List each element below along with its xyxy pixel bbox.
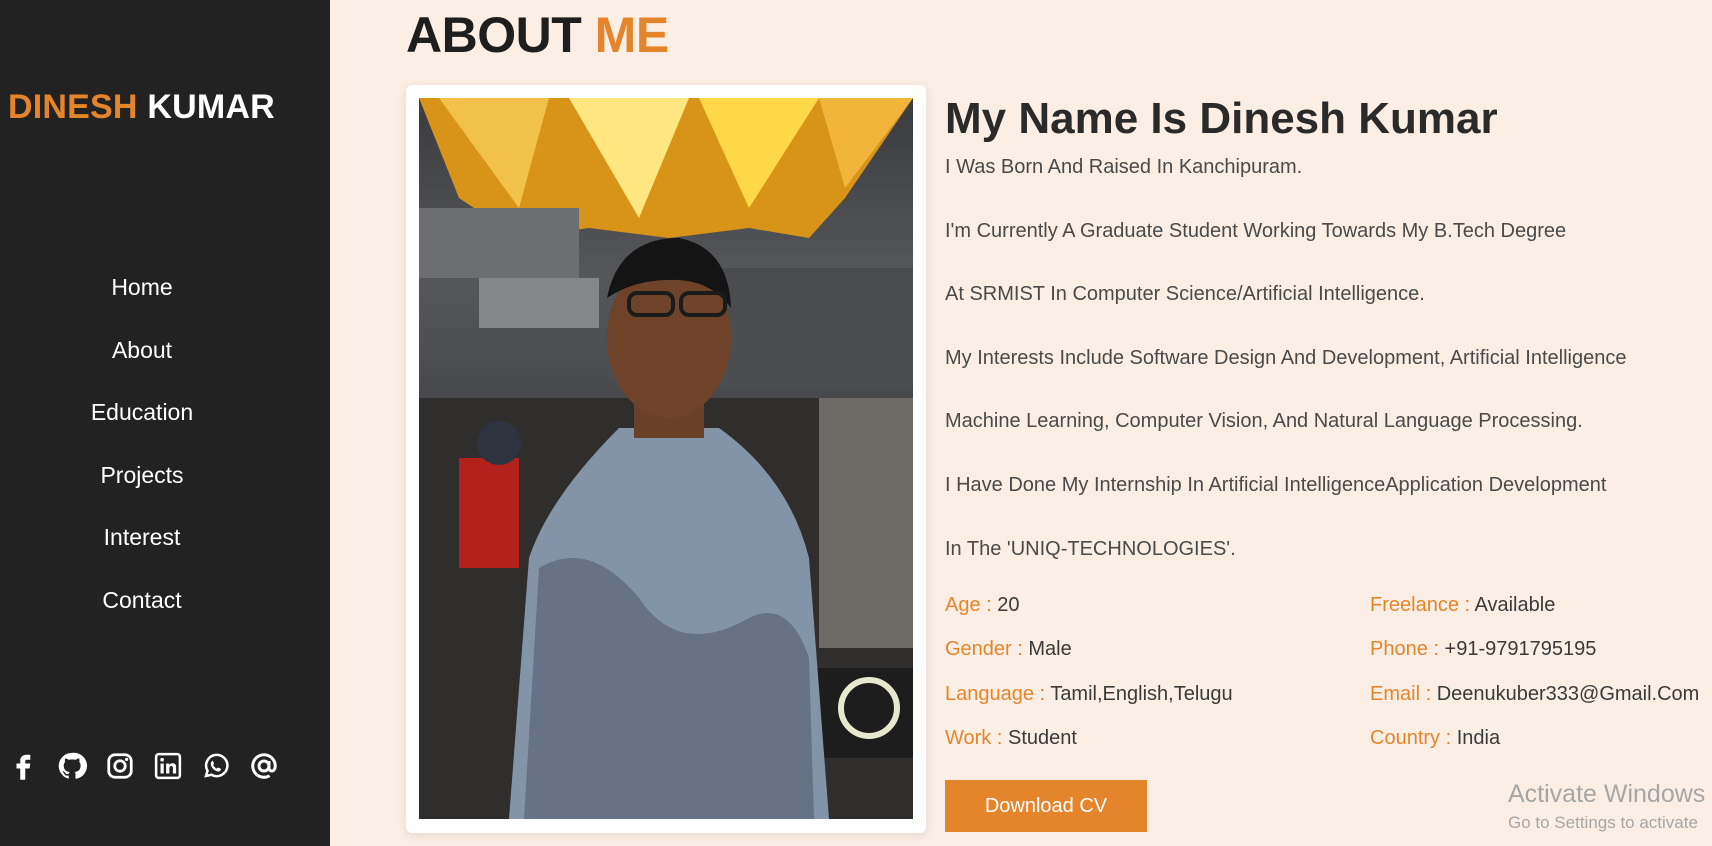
facebook-icon[interactable]	[6, 748, 42, 784]
info-age: Age : 20	[945, 594, 1020, 617]
page-title: ABOUT ME	[406, 6, 669, 64]
bio-line: I'm Currently A Graduate Student Working…	[945, 219, 1567, 242]
bio-text: I Was Born And Raised In Kanchipuram. I'…	[945, 156, 1705, 601]
github-icon[interactable]	[54, 748, 90, 784]
info-value: Male	[1028, 638, 1072, 660]
nav-projects[interactable]: Projects	[100, 456, 183, 489]
name-title: My Name Is Dinesh Kumar	[945, 94, 1498, 143]
info-label: Phone :	[1370, 638, 1439, 660]
info-label: Freelance :	[1370, 594, 1471, 616]
social-links	[6, 748, 282, 784]
linkedin-icon[interactable]	[150, 748, 186, 784]
bio-line: In The 'UNIQ-TECHNOLOGIES'.	[945, 537, 1236, 560]
title-main: ABOUT	[406, 7, 582, 63]
info-label: Language :	[945, 683, 1046, 705]
bio-line: I Have Done My Internship In Artificial …	[945, 473, 1607, 496]
download-cv-button[interactable]: Download CV	[945, 780, 1147, 832]
info-language: Language : Tamil,English,Telugu	[945, 683, 1233, 706]
info-work: Work : Student	[945, 727, 1077, 750]
email-at-icon[interactable]	[246, 748, 282, 784]
activate-windows-watermark: Activate Windows Go to Settings to activ…	[1508, 780, 1705, 833]
instagram-icon[interactable]	[102, 748, 138, 784]
bio-line: At SRMIST In Computer Science/Artificial…	[945, 283, 1425, 306]
info-value: Deenukuber333@Gmail.Com	[1436, 683, 1700, 705]
logo-first-name: DINESH	[8, 88, 138, 126]
info-label: Email :	[1370, 683, 1432, 705]
watermark-subtitle: Go to Settings to activate	[1508, 813, 1698, 832]
bio-line: Machine Learning, Computer Vision, And N…	[945, 410, 1583, 433]
info-value: +91-9791795195	[1444, 638, 1597, 660]
profile-photo-card	[406, 85, 926, 833]
info-label: Country :	[1370, 727, 1452, 749]
info-value: Available	[1474, 594, 1556, 616]
info-label: Gender :	[945, 638, 1023, 660]
site-logo[interactable]: DINESH KUMAR	[8, 88, 275, 127]
info-value: Tamil,English,Telugu	[1050, 683, 1233, 705]
title-accent: ME	[594, 7, 670, 63]
info-label: Work :	[945, 727, 1003, 749]
nav-interest[interactable]: Interest	[104, 518, 181, 551]
nav-contact[interactable]: Contact	[102, 581, 181, 614]
nav-about[interactable]: About	[112, 331, 172, 364]
info-value: 20	[997, 594, 1020, 616]
info-value: Student	[1007, 727, 1077, 749]
nav-home[interactable]: Home	[111, 268, 172, 301]
profile-photo	[419, 98, 913, 819]
nav-education[interactable]: Education	[91, 393, 193, 426]
whatsapp-icon[interactable]	[198, 748, 234, 784]
bio-line: I Was Born And Raised In Kanchipuram.	[945, 156, 1303, 178]
sidebar: DINESH KUMAR Home About Education Projec…	[0, 0, 330, 846]
main-nav: Home About Education Projects Interest C…	[0, 268, 284, 644]
watermark-title: Activate Windows	[1508, 780, 1706, 808]
info-gender: Gender : Male	[945, 638, 1072, 661]
logo-last-name: KUMAR	[147, 88, 275, 126]
info-email: Email : Deenukuber333@Gmail.Com	[1370, 683, 1699, 706]
info-label: Age :	[945, 594, 992, 616]
bio-line: My Interests Include Software Design And…	[945, 346, 1627, 369]
info-phone: Phone : +91-9791795195	[1370, 638, 1596, 661]
info-country: Country : India	[1370, 727, 1500, 750]
info-freelance: Freelance : Available	[1370, 594, 1555, 617]
info-value: India	[1456, 727, 1501, 749]
